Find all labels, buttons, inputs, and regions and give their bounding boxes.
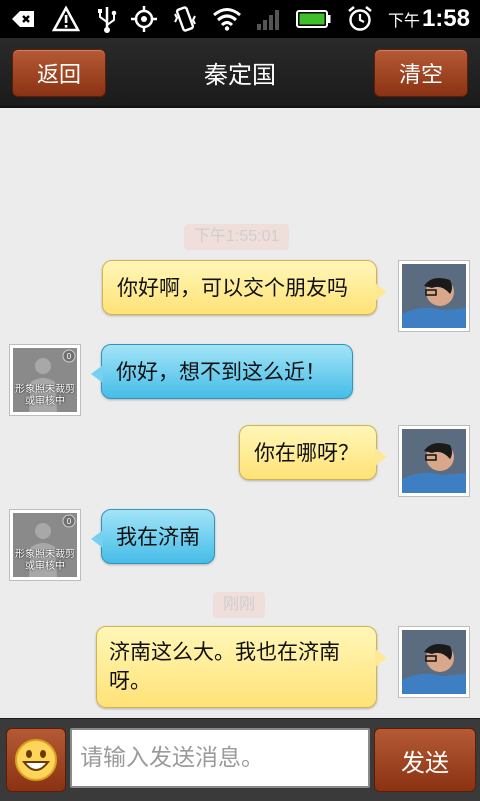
contact-avatar[interactable]: 0 形象照未裁剪或审核中: [9, 509, 81, 581]
battery-icon: [295, 9, 332, 29]
signal-icon: [256, 7, 282, 31]
default-avatar-icon: 0 形象照未裁剪或审核中: [13, 513, 77, 577]
status-bar: 下午 1:58: [0, 0, 480, 38]
alarm-icon: [346, 5, 374, 33]
message-text: 你好啊，可以交个朋友吗: [117, 275, 348, 300]
user-photo-icon: [402, 429, 466, 493]
message-bubble-received[interactable]: 你好，想不到这么近！: [91, 344, 353, 399]
gps-icon: [130, 5, 158, 33]
status-time: 下午 1:58: [388, 5, 470, 33]
message-bubble-sent[interactable]: 你在哪呀？: [239, 425, 387, 480]
message-text: 你在哪呀？: [254, 440, 359, 465]
chat-area[interactable]: 下午1:55:01 你好啊，可以交个朋友吗 0 形象照未裁剪或审核中 你好，想不…: [0, 108, 480, 718]
default-avatar-icon: 0 形象照未裁剪或审核中: [13, 348, 77, 412]
status-ampm: 下午: [387, 11, 420, 30]
vibrate-icon: [172, 5, 198, 33]
my-avatar[interactable]: [398, 260, 470, 332]
my-avatar[interactable]: [398, 425, 470, 497]
send-button[interactable]: 发送: [374, 728, 476, 792]
timestamp-label: 下午1:55:01: [184, 224, 290, 250]
timestamp-label: 刚刚: [213, 592, 266, 618]
avatar-caption: 形象照未裁剪或审核中: [15, 384, 75, 407]
avatar-badge: 0: [67, 517, 72, 526]
message-bubble-sent[interactable]: 济南这么大。我也在济南呀。: [96, 626, 387, 708]
user-photo-icon: [402, 630, 466, 694]
status-clock: 1:58: [421, 5, 470, 32]
avatar-caption: 形象照未裁剪或审核中: [15, 549, 75, 572]
composer-bar: 发送: [0, 718, 480, 801]
message-input[interactable]: [70, 728, 370, 788]
wifi-icon: [212, 7, 242, 31]
warning-icon: [52, 6, 80, 32]
message-text: 济南这么大。我也在济南呀。: [109, 640, 340, 693]
message-text: 我在济南: [116, 524, 200, 549]
back-button[interactable]: 返回: [12, 49, 106, 97]
avatar-badge: 0: [67, 352, 72, 361]
message-text: 你好，想不到这么近！: [116, 359, 326, 384]
emoji-button[interactable]: [6, 728, 66, 792]
my-avatar[interactable]: [398, 626, 470, 698]
user-photo-icon: [402, 264, 466, 328]
usb-icon: [96, 5, 118, 33]
clear-button[interactable]: 清空: [374, 49, 468, 97]
smiley-icon: [15, 739, 57, 781]
message-bubble-received[interactable]: 我在济南: [91, 509, 215, 564]
back-arrow-icon: [10, 8, 36, 30]
title-bar: 秦定国 返回 清空: [0, 38, 480, 108]
contact-avatar[interactable]: 0 形象照未裁剪或审核中: [9, 344, 81, 416]
message-bubble-sent[interactable]: 你好啊，可以交个朋友吗: [102, 260, 387, 315]
